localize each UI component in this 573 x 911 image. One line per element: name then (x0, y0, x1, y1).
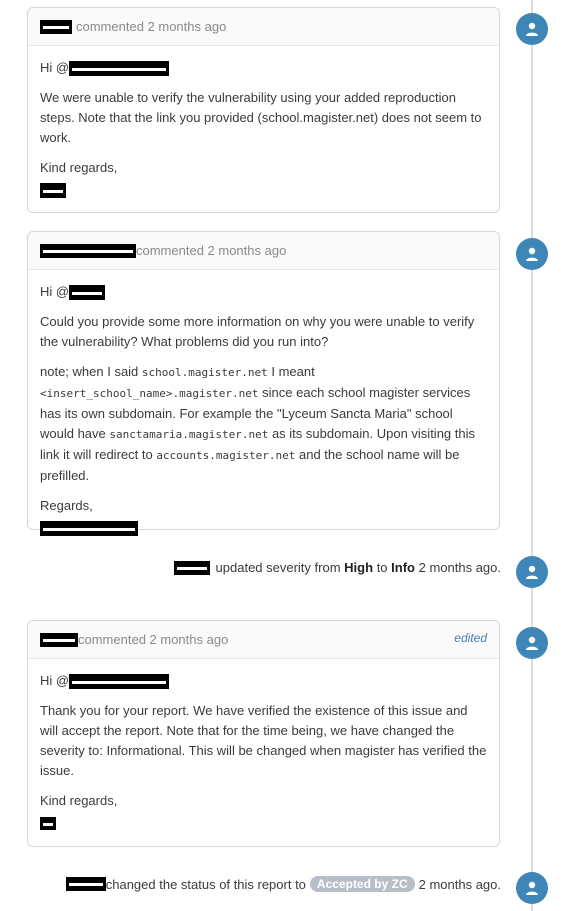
comment-header: commented 2 months ago (28, 8, 499, 46)
redacted-signature (40, 521, 138, 537)
redacted-username[interactable] (65, 877, 106, 891)
comment-card: commented 2 months ago edited Hi @ Thank… (27, 620, 500, 847)
avatar[interactable] (516, 238, 548, 270)
severity-from: High (344, 560, 374, 575)
comment-header: commented 2 months ago edited (28, 621, 499, 659)
redacted-username[interactable] (40, 19, 72, 34)
greeting: Hi @ (40, 60, 70, 75)
comment-card: commented 2 months ago Hi @ We were unab… (27, 7, 500, 213)
avatar[interactable] (516, 13, 548, 45)
avatar[interactable] (516, 627, 548, 659)
redacted-signature (40, 183, 66, 199)
severity-event: updated severity from High to Info 2 mon… (173, 560, 501, 575)
status-event: changed the status of this report to Acc… (65, 876, 501, 892)
comment-meta: commented 2 months ago (76, 19, 227, 34)
comment-paragraph: Thank you for your report. We have verif… (40, 703, 487, 778)
code-inline: <insert_school_name>.magister.net (40, 387, 259, 400)
code-inline: sanctamaria.magister.net (109, 428, 269, 441)
avatar[interactable] (516, 872, 548, 904)
redacted-username[interactable] (173, 560, 210, 575)
edited-link[interactable]: edited (454, 631, 487, 645)
redacted-mention[interactable] (69, 674, 170, 690)
user-icon (526, 22, 538, 36)
comment-meta: commented 2 months ago (78, 632, 229, 647)
redacted-username[interactable] (40, 632, 78, 647)
event-time[interactable]: 2 months ago. (419, 877, 501, 892)
comment-closing: Kind regards, (40, 160, 118, 175)
severity-to: Info (391, 560, 415, 575)
event-time[interactable]: 2 months ago. (419, 560, 501, 575)
comment-note: note; when I said school.magister.net I … (40, 364, 475, 483)
comment-body: Hi @ We were unable to verify the vulner… (28, 46, 499, 200)
user-icon (526, 247, 538, 261)
comment-paragraph: Could you provide some more information … (40, 314, 475, 349)
greeting: Hi @ (40, 673, 70, 688)
user-icon (526, 636, 538, 650)
status-badge: Accepted by ZC (309, 876, 415, 892)
comment-header: commented 2 months ago (28, 232, 499, 270)
redacted-mention[interactable] (69, 61, 170, 77)
user-icon (526, 565, 538, 579)
comment-closing: Regards, (40, 498, 93, 513)
comment-card: commented 2 months ago Hi @ Could you pr… (27, 231, 500, 537)
code-inline: school.magister.net (141, 366, 268, 379)
comment-body: Hi @ Could you provide some more informa… (28, 270, 499, 538)
code-inline: accounts.magister.net (156, 449, 296, 462)
comment-body: Hi @ Thank you for your report. We have … (28, 659, 499, 833)
redacted-username[interactable] (40, 243, 136, 258)
greeting: Hi @ (40, 284, 70, 299)
redacted-mention[interactable] (69, 285, 106, 301)
avatar[interactable] (516, 556, 548, 588)
redacted-signature (40, 817, 56, 831)
comment-closing: Kind regards, (40, 793, 118, 808)
comment-meta: commented 2 months ago (136, 243, 287, 258)
timeline-line (531, 0, 533, 911)
user-icon (526, 881, 538, 895)
comment-paragraph: We were unable to verify the vulnerabili… (40, 90, 482, 145)
